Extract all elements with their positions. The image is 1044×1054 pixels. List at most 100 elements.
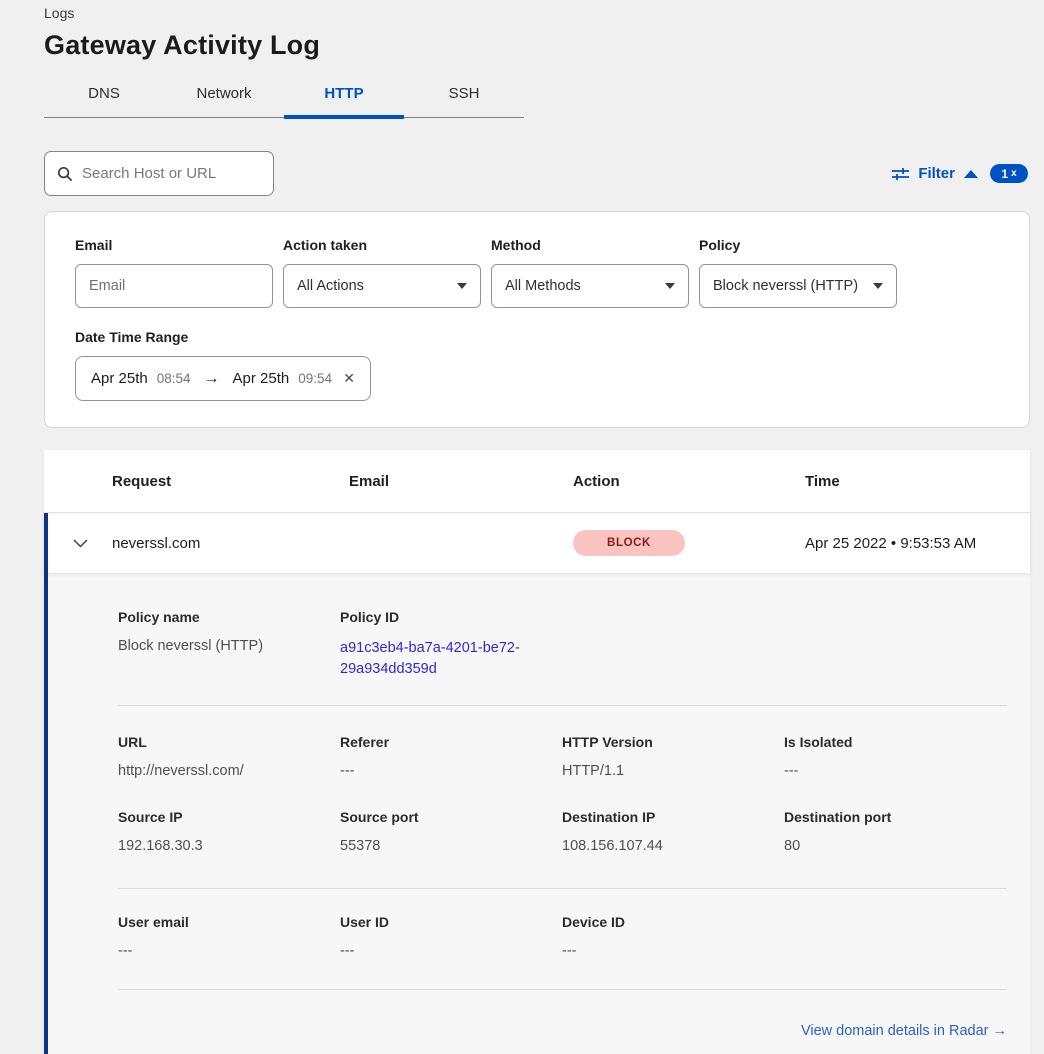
tab-http[interactable]: HTTP (284, 85, 404, 117)
search-box[interactable] (44, 151, 274, 196)
user-id-detail: User ID --- (340, 914, 562, 959)
policy-value: Block neverssl (HTTP) (713, 278, 858, 294)
policy-field: Policy Block neverssl (HTTP) (699, 237, 897, 308)
user-email-label: User email (118, 914, 340, 930)
url-detail: URL http://neverssl.com/ (118, 734, 340, 779)
date-range-picker[interactable]: Apr 25th 08:54 → Apr 25th 09:54 ✕ (75, 356, 371, 401)
page-title: Gateway Activity Log (44, 30, 1044, 61)
method-label: Method (491, 237, 689, 253)
section-divider (118, 705, 1007, 706)
caret-down-icon (665, 283, 675, 289)
action-taken-field: Action taken All Actions (283, 237, 481, 308)
activity-log-table: Request Email Action Time neverssl.com B… (44, 450, 1030, 1054)
policy-select[interactable]: Block neverssl (HTTP) (699, 264, 897, 308)
date-time-range-label: Date Time Range (75, 329, 999, 345)
table-header-row: Request Email Action Time (44, 450, 1030, 513)
referer-detail: Referer --- (340, 734, 562, 779)
tab-dns[interactable]: DNS (44, 85, 164, 117)
column-header-request: Request (112, 473, 349, 490)
search-input[interactable] (82, 165, 261, 182)
close-icon[interactable]: ✕ (343, 370, 355, 387)
email-filter-input[interactable] (75, 264, 273, 308)
is-isolated-value: --- (784, 763, 1007, 779)
filter-toggle-button[interactable]: Filter 1 x (892, 164, 1030, 183)
method-select[interactable]: All Methods (491, 264, 689, 308)
row-request: neverssl.com (112, 535, 349, 552)
url-label: URL (118, 734, 340, 750)
action-taken-value: All Actions (297, 278, 364, 294)
policy-label: Policy (699, 237, 897, 253)
user-email-value: --- (118, 943, 340, 959)
range-end-date: Apr 25th (233, 370, 290, 387)
source-ip-value: 192.168.30.3 (118, 838, 340, 854)
policy-section: Policy name Block neverssl (HTTP) Policy… (118, 609, 1007, 680)
policy-id-detail: Policy ID a91c3eb4-ba7a-4201-be72-29a934… (340, 609, 562, 680)
source-ip-label: Source IP (118, 809, 340, 825)
row-details-panel: Policy name Block neverssl (HTTP) Policy… (44, 573, 1030, 1054)
is-isolated-detail: Is Isolated --- (784, 734, 1007, 779)
network-detail-section: Source IP 192.168.30.3 Source port 55378… (118, 809, 1007, 854)
is-isolated-label: Is Isolated (784, 734, 1007, 750)
email-field-label: Email (75, 237, 273, 253)
caret-up-icon (964, 170, 978, 178)
view-domain-in-radar-link[interactable]: View domain details in Radar → (801, 1023, 1007, 1039)
range-end-time: 09:54 (298, 371, 332, 386)
device-id-detail: Device ID --- (562, 914, 784, 959)
source-ip-detail: Source IP 192.168.30.3 (118, 809, 340, 854)
search-icon (57, 166, 73, 182)
action-taken-label: Action taken (283, 237, 481, 253)
section-divider (118, 888, 1007, 889)
clear-filters-icon[interactable]: x (1011, 168, 1017, 179)
caret-down-icon (457, 283, 467, 289)
radar-link-row: View domain details in Radar → (118, 1022, 1007, 1040)
source-port-value: 55378 (340, 838, 562, 854)
tab-network[interactable]: Network (164, 85, 284, 117)
chevron-down-icon (73, 539, 88, 548)
range-start-time: 08:54 (157, 371, 191, 386)
destination-ip-value: 108.156.107.44 (562, 838, 784, 854)
toolbar: Filter 1 x (44, 151, 1030, 196)
user-email-detail: User email --- (118, 914, 340, 959)
tab-ssh[interactable]: SSH (404, 85, 524, 117)
user-detail-section: User email --- User ID --- Device ID --- (118, 914, 1007, 959)
active-tab-indicator (284, 115, 404, 119)
filter-count: 1 (1001, 167, 1008, 181)
referer-label: Referer (340, 734, 562, 750)
policy-name-detail: Policy name Block neverssl (HTTP) (118, 609, 340, 680)
destination-port-label: Destination port (784, 809, 1007, 825)
referer-value: --- (340, 763, 562, 779)
destination-port-detail: Destination port 80 (784, 809, 1007, 854)
url-value: http://neverssl.com/ (118, 763, 340, 779)
device-id-label: Device ID (562, 914, 784, 930)
policy-name-value: Block neverssl (HTTP) (118, 638, 340, 654)
device-id-value: --- (562, 943, 784, 959)
date-time-range-field: Date Time Range Apr 25th 08:54 → Apr 25t… (75, 329, 999, 401)
policy-name-label: Policy name (118, 609, 340, 625)
email-filter-field: Email (75, 237, 273, 308)
row-action: BLOCK (573, 530, 805, 556)
policy-id-link[interactable]: a91c3eb4-ba7a-4201-be72-29a934dd359d (340, 638, 538, 680)
http-version-label: HTTP Version (562, 734, 784, 750)
http-version-value: HTTP/1.1 (562, 763, 784, 779)
http-version-detail: HTTP Version HTTP/1.1 (562, 734, 784, 779)
method-value: All Methods (505, 278, 581, 294)
filter-field-row: Email Action taken All Actions Method Al… (75, 237, 999, 308)
filter-count-badge[interactable]: 1 x (990, 164, 1028, 183)
user-id-value: --- (340, 943, 562, 959)
user-id-label: User ID (340, 914, 562, 930)
breadcrumb[interactable]: Logs (44, 5, 1044, 21)
column-header-email: Email (349, 473, 573, 490)
table-row[interactable]: neverssl.com BLOCK Apr 25 2022 • 9:53:53… (44, 513, 1030, 573)
destination-port-value: 80 (784, 838, 1007, 854)
policy-id-label: Policy ID (340, 609, 562, 625)
status-badge-block: BLOCK (573, 530, 685, 556)
arrow-right-icon: → (200, 370, 224, 388)
caret-down-icon (873, 283, 883, 289)
action-taken-select[interactable]: All Actions (283, 264, 481, 308)
filter-panel: Email Action taken All Actions Method Al… (44, 211, 1030, 428)
destination-ip-detail: Destination IP 108.156.107.44 (562, 809, 784, 854)
gateway-activity-log-page: Logs Gateway Activity Log DNS Network HT… (0, 0, 1044, 1054)
http-detail-section: URL http://neverssl.com/ Referer --- HTT… (118, 734, 1007, 779)
row-expander[interactable] (48, 539, 112, 548)
column-header-time: Time (805, 473, 1030, 490)
